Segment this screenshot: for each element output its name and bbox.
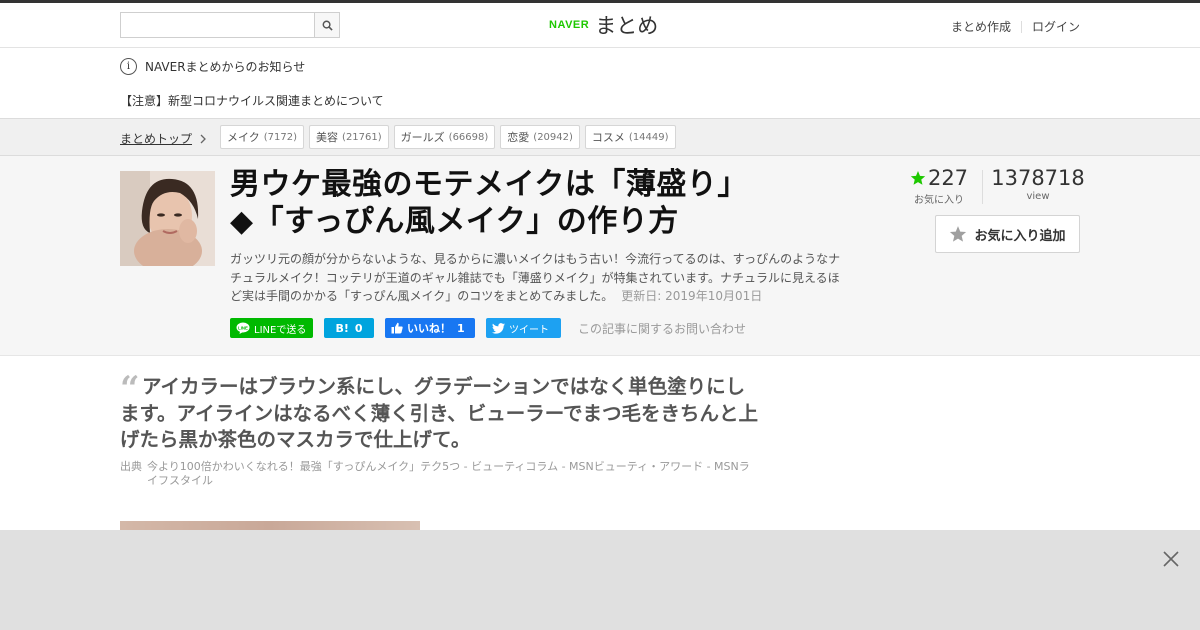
chevron-right-icon bbox=[200, 134, 206, 143]
search-box bbox=[120, 12, 340, 38]
article-description: ガッツリ元の顔が分からないような、見るからに濃いメイクはもう古い！今流行ってるの… bbox=[230, 250, 845, 306]
close-icon bbox=[1163, 551, 1179, 567]
thumbs-up-icon bbox=[391, 322, 403, 334]
notice-corona-link[interactable]: 【注意】新型コロナウイルス関連まとめについて bbox=[120, 92, 384, 109]
notice-area: i NAVERまとめからのお知らせ 【注意】新型コロナウイルス関連まとめについて bbox=[0, 48, 1200, 118]
inquiry-link[interactable]: この記事に関するお問い合わせ bbox=[578, 320, 746, 337]
hatena-icon: B! bbox=[335, 321, 349, 335]
quote-text: アイカラーはブラウン系にし、グラデーションではなく単色塗りにします。アイラインは… bbox=[120, 375, 759, 451]
close-ad-button[interactable] bbox=[1161, 549, 1181, 569]
search-button[interactable] bbox=[314, 13, 339, 37]
category-tag-count: (66698) bbox=[448, 131, 489, 143]
article-thumbnail[interactable] bbox=[120, 171, 215, 266]
category-tag-makeup[interactable]: メイク (7172) bbox=[220, 125, 305, 149]
top-links: まとめ作成 ログイン bbox=[951, 18, 1080, 35]
favorites-label: お気に入り bbox=[914, 195, 964, 206]
hatena-bookmark-button[interactable]: B! 0 bbox=[324, 318, 374, 338]
category-tag-name: 美容 bbox=[316, 131, 339, 144]
ad-overlay bbox=[0, 530, 1200, 630]
category-tag-count: (14449) bbox=[628, 131, 669, 143]
favorites-count: 227 bbox=[927, 166, 969, 190]
thumbnail-image bbox=[120, 171, 215, 266]
category-tag-name: 恋愛 bbox=[507, 131, 530, 144]
category-tag-name: ガールズ bbox=[400, 131, 445, 144]
category-tag-cosme[interactable]: コスメ (14449) bbox=[584, 125, 676, 149]
share-buttons: LINE LINEで送る B! 0 いいね！ 1 ツイート この記事に関するお問… bbox=[230, 318, 746, 338]
category-tag-beauty[interactable]: 美容 (21761) bbox=[309, 125, 389, 149]
matome-top-link[interactable]: まとめトップ bbox=[120, 130, 207, 147]
facebook-like-count: 1 bbox=[457, 321, 465, 335]
quote-block: “ アイカラーはブラウン系にし、グラデーションではなく単色塗りにします。アイライ… bbox=[120, 369, 760, 488]
category-tags: メイク (7172) 美容 (21761) ガールズ (66698) 恋愛 (20942… bbox=[220, 125, 681, 149]
svg-text:LINE: LINE bbox=[238, 325, 248, 330]
create-matome-link[interactable]: まとめ作成 bbox=[951, 18, 1011, 35]
favorites-count-row: 227 bbox=[908, 166, 970, 190]
hatena-count: 0 bbox=[354, 321, 363, 335]
quote-source: 出典 今より100倍かわいくなれる！最強「すっぴんメイク」テク5つ - ビューテ… bbox=[120, 460, 760, 488]
article-title-line1: 男ウケ最強のモテメイクは「薄盛り」 bbox=[230, 167, 748, 202]
notice-info[interactable]: i NAVERまとめからのお知らせ bbox=[120, 58, 305, 75]
views-stat: 1378718 view bbox=[990, 166, 1086, 202]
add-favorite-button[interactable]: お気に入り追加 bbox=[935, 215, 1080, 253]
matome-top-label: まとめトップ bbox=[120, 132, 193, 146]
logo-naver: NAVER bbox=[549, 19, 590, 31]
category-tag-count: (7172) bbox=[263, 131, 298, 143]
facebook-like-label: いいね！ bbox=[407, 322, 451, 335]
green-star-icon bbox=[910, 171, 926, 185]
top-bar: NAVER まとめ まとめ作成 ログイン bbox=[0, 0, 1200, 48]
article-title: 男ウケ最強のモテメイクは「薄盛り」 ◆「すっぴん風メイク」の作り方 bbox=[230, 166, 830, 240]
favorites-stat: 227 お気に入り bbox=[908, 166, 970, 206]
category-tag-love[interactable]: 恋愛 (20942) bbox=[500, 125, 580, 149]
search-input[interactable] bbox=[121, 13, 315, 37]
stats-divider bbox=[982, 170, 983, 204]
category-tag-name: コスメ bbox=[591, 131, 625, 144]
search-icon bbox=[322, 20, 333, 31]
views-count: 1378718 bbox=[991, 166, 1085, 190]
facebook-like-button[interactable]: いいね！ 1 bbox=[385, 318, 475, 338]
notice-info-text: NAVERまとめからのお知らせ bbox=[145, 60, 306, 74]
source-label: 出典 bbox=[120, 459, 142, 473]
tweet-label: ツイート bbox=[509, 324, 549, 336]
article-stats: 227 お気に入り 1378718 view bbox=[908, 166, 1085, 210]
views-label: view bbox=[1026, 191, 1050, 202]
updated-date: 更新日: 2019年10月01日 bbox=[621, 289, 763, 303]
link-divider bbox=[1020, 20, 1022, 33]
category-tag-count: (21761) bbox=[342, 131, 382, 143]
login-link[interactable]: ログイン bbox=[1032, 18, 1080, 35]
source-link[interactable]: 今より100倍かわいくなれる！最強「すっぴんメイク」テク5つ - ビューティコラ… bbox=[147, 460, 760, 488]
logo-matome: まとめ bbox=[595, 14, 659, 38]
twitter-bird-icon bbox=[492, 322, 505, 334]
category-bar: まとめトップ メイク (7172) 美容 (21761) ガールズ (66698) 恋… bbox=[0, 118, 1200, 156]
category-tag-name: メイク bbox=[227, 131, 260, 144]
line-share-button[interactable]: LINE LINEで送る bbox=[230, 318, 313, 338]
category-tag-girls[interactable]: ガールズ (66698) bbox=[393, 125, 496, 149]
article-title-line2: ◆「すっぴん風メイク」の作り方 bbox=[230, 204, 679, 239]
line-icon: LINE bbox=[236, 322, 250, 334]
naver-matome-logo[interactable]: NAVER まとめ bbox=[549, 11, 658, 39]
line-share-label: LINEで送る bbox=[254, 324, 307, 336]
info-icon: i bbox=[120, 58, 137, 75]
add-favorite-label: お気に入り追加 bbox=[974, 228, 1066, 244]
category-tag-count: (20942) bbox=[533, 131, 573, 143]
tweet-button[interactable]: ツイート bbox=[486, 318, 561, 338]
quote-mark-icon: “ bbox=[120, 369, 140, 409]
article-header: 男ウケ最強のモテメイクは「薄盛り」 ◆「すっぴん風メイク」の作り方 ガッツリ元の… bbox=[0, 156, 1200, 356]
gray-star-icon bbox=[950, 226, 967, 242]
